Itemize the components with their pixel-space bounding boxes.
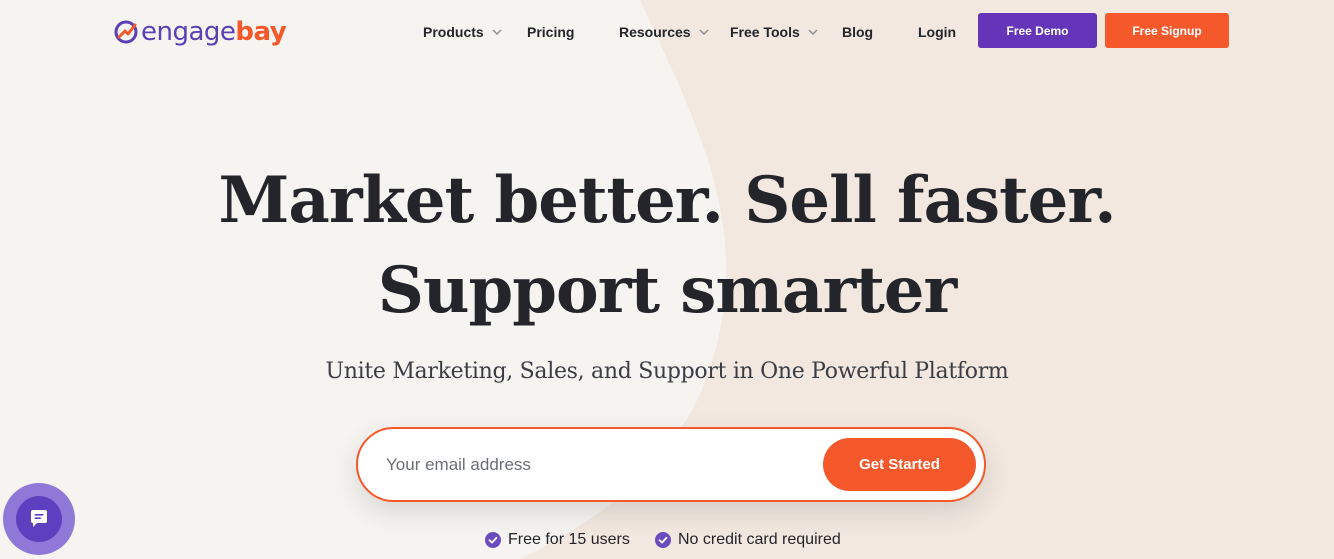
hero-subheadline: Unite Marketing, Sales, and Support in O… xyxy=(325,359,1009,384)
check-circle-icon xyxy=(655,532,671,548)
logo-text-engage: engage xyxy=(141,17,236,47)
get-started-button[interactable]: Get Started xyxy=(823,438,976,491)
chevron-down-icon xyxy=(808,29,818,35)
feature-no-credit-card-label: No credit card required xyxy=(678,531,841,548)
nav-free-tools[interactable]: Free Tools xyxy=(730,22,818,42)
feature-free-users: Free for 15 users xyxy=(485,530,630,550)
engagebay-logo[interactable]: engagebay xyxy=(113,14,287,50)
nav-blog-label: Blog xyxy=(842,24,874,40)
free-demo-button[interactable]: Free Demo xyxy=(978,13,1097,48)
nav-resources-label: Resources xyxy=(619,24,691,40)
email-input[interactable] xyxy=(386,447,816,483)
chat-widget-inner xyxy=(16,496,62,542)
free-signup-button[interactable]: Free Signup xyxy=(1105,13,1229,48)
nav-resources[interactable]: Resources xyxy=(619,22,709,42)
chat-icon xyxy=(31,510,47,527)
chat-widget-button[interactable] xyxy=(3,483,75,555)
logo-text-bay: bay xyxy=(235,17,287,47)
hero-headline-line2: Support smarter xyxy=(377,253,957,328)
nav-products-label: Products xyxy=(423,24,484,40)
feature-free-users-label: Free for 15 users xyxy=(508,531,630,548)
nav-pricing[interactable]: Pricing xyxy=(527,22,574,42)
logo-mark-icon xyxy=(114,20,138,44)
chevron-down-icon xyxy=(699,29,709,35)
check-circle-icon xyxy=(485,532,501,548)
nav-pricing-label: Pricing xyxy=(527,24,575,40)
hero-headline-line1: Market better. Sell faster. xyxy=(218,163,1117,238)
logo-text: engagebay xyxy=(141,14,287,50)
nav-products[interactable]: Products xyxy=(423,22,502,42)
nav-login[interactable]: Login xyxy=(918,22,956,42)
hero-headline: Market better. Sell faster. Support smar… xyxy=(0,156,1334,336)
nav-free-tools-label: Free Tools xyxy=(730,24,800,40)
email-signup-form: Get Started xyxy=(356,427,986,502)
feature-no-credit-card: No credit card required xyxy=(655,530,841,550)
nav-blog[interactable]: Blog xyxy=(842,22,873,42)
nav-login-label: Login xyxy=(918,24,957,40)
chevron-down-icon xyxy=(492,29,502,35)
site-header: engagebay Products Pricing Resources Fre… xyxy=(0,0,1334,64)
